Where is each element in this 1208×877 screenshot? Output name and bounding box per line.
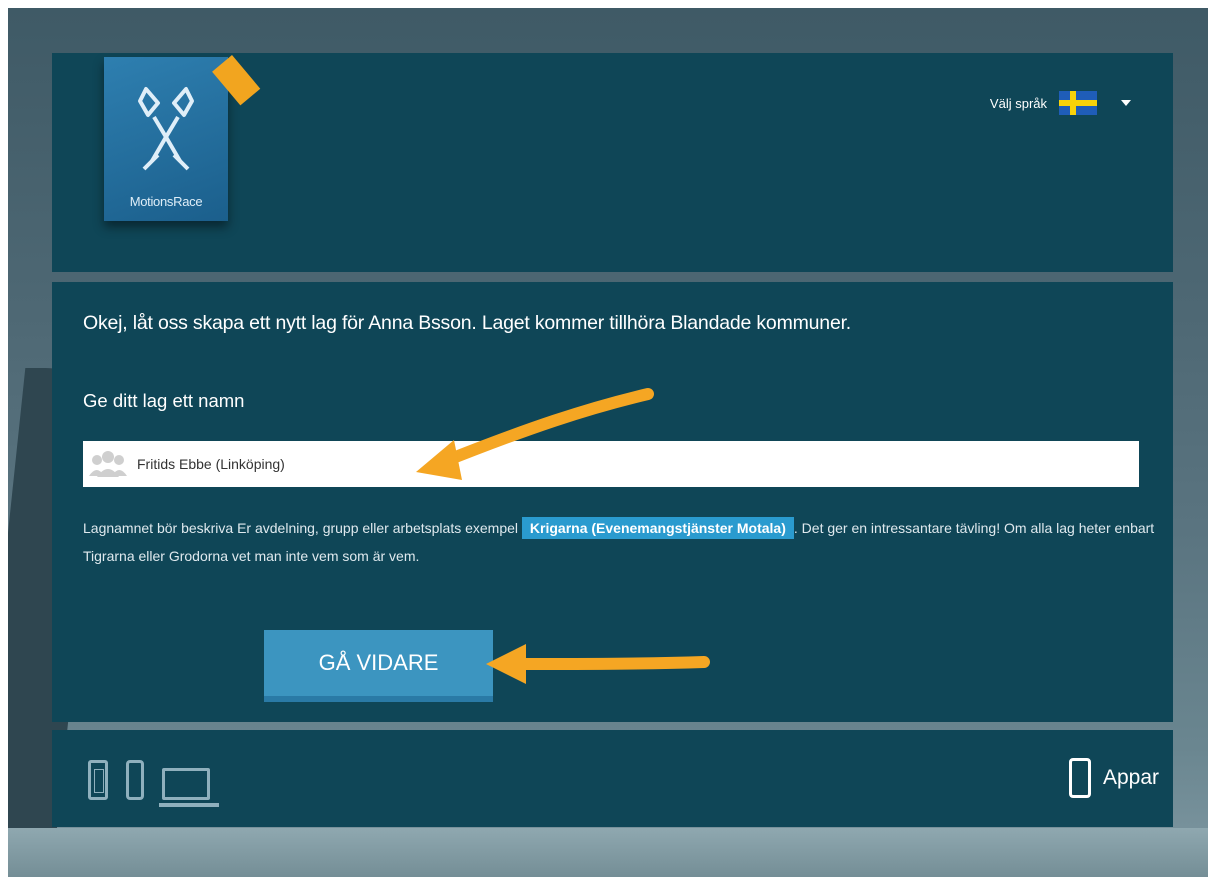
background-scene: MotionsRace Välj språk Okej, låt oss ska… — [8, 8, 1208, 877]
language-label: Välj språk — [989, 95, 1047, 111]
apps-link[interactable]: Appar — [1068, 758, 1159, 798]
team-name-hint: Lagnamnet bör beskriva Er avdelning, gru… — [83, 514, 1163, 570]
footer-panel: Appar — [52, 730, 1173, 827]
intro-text: Okej, låt oss skapa ett nytt lag för Ann… — [83, 312, 852, 334]
background-ground — [8, 828, 1208, 877]
header-panel: MotionsRace Välj språk — [52, 53, 1173, 272]
apps-label: Appar — [1102, 766, 1159, 789]
hint-example-chip: Krigarna (Evenemangstjänster Motala) — [521, 517, 794, 539]
team-name-label: Ge ditt lag ett namn — [83, 390, 245, 411]
continue-button[interactable]: GÅ VIDARE — [264, 630, 493, 702]
caret-down-icon — [1121, 100, 1131, 106]
group-icon — [89, 451, 127, 477]
motionsrace-logo[interactable]: MotionsRace — [104, 55, 261, 221]
language-selector[interactable]: Välj språk — [990, 91, 1131, 115]
device-icons — [88, 760, 219, 807]
logo-mark-icon — [138, 87, 194, 171]
team-name-value: Fritids Ebbe (Linköping) — [137, 456, 285, 472]
mobile-icon[interactable] — [126, 760, 144, 800]
sweden-flag-icon — [1059, 91, 1097, 115]
laptop-icon[interactable] — [159, 768, 219, 807]
create-team-panel: Okej, låt oss skapa ett nytt lag för Ann… — [52, 282, 1173, 722]
hint-prefix: Lagnamnet bör beskriva Er avdelning, gru… — [83, 520, 519, 536]
logo-text: MotionsRace — [129, 194, 203, 209]
phone-icon[interactable] — [88, 760, 108, 800]
team-name-input[interactable]: Fritids Ebbe (Linköping) — [83, 441, 1139, 487]
smartphone-icon — [1068, 758, 1091, 798]
logo-ribbon — [212, 55, 261, 106]
